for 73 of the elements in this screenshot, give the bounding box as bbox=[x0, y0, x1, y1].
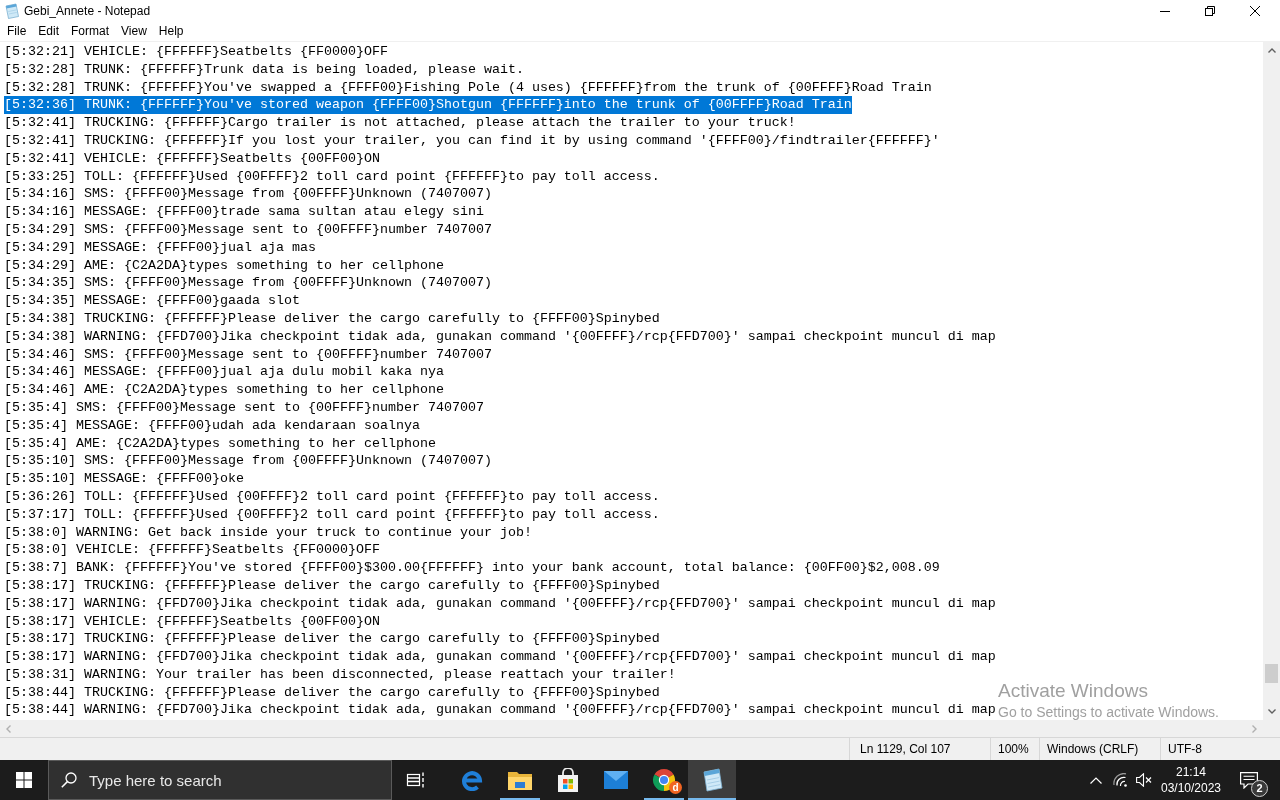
text-line: [5:38:17] VEHICLE: {FFFFFF}Seatbelts {00FF00}ON bbox=[4, 612, 380, 631]
notification-count: 2 bbox=[1251, 780, 1268, 797]
text-line: [5:38:7] BANK: {FFFFFF}You've stored {FFFF00}$300.00{FFFFFF} into your bank account, total balance: {00FF00}$2,008.09 bbox=[4, 559, 940, 577]
activation-notice-text: Go to Settings to activate Windows. bbox=[998, 704, 1219, 720]
text-line: [5:32:41] TRUCKING: {FFFFFF}Cargo trailer is not attached, please attach the trailer to your truck! bbox=[4, 114, 796, 132]
text-line: [5:34:29] AME: {C2A2DA}types something to her cellphone bbox=[4, 256, 444, 275]
scrollbar-thumb[interactable] bbox=[1265, 664, 1278, 683]
notification-button[interactable]: 2 bbox=[1226, 760, 1272, 800]
text-line: [5:32:28] TRUNK: {FFFFFF}You've swapped a {FFFF00}Fishing Pole (4 uses) {FFFFFF}from the trunk of {00FFFF}Road Train bbox=[4, 78, 932, 97]
text-line: [5:32:41] VEHICLE: {FFFFFF}Seatbelts {00FF00}ON bbox=[4, 149, 380, 168]
text-line: [5:38:17] TRUCKING: {FFFFFF}Please deliver the cargo carefully to {FFFF00}Spinybed bbox=[4, 576, 660, 595]
text-line: [5:38:0] VEHICLE: {FFFFFF}Seatbelts {FF0000}OFF bbox=[4, 541, 380, 560]
speech-bubble-icon bbox=[1240, 771, 1258, 789]
restore-icon bbox=[1204, 6, 1215, 16]
text-line: [5:38:0] WARNING: Get back inside your truck to continue your job! bbox=[4, 523, 532, 542]
text-line: [5:35:10] MESSAGE: {FFFF00}oke bbox=[4, 470, 244, 488]
text-line: [5:34:16] SMS: {FFFF00}Message from {00FFFF}Unknown (7407007) bbox=[4, 185, 492, 204]
text-line: [5:34:29] SMS: {FFFF00}Message sent to {00FFFF}number 7407007 bbox=[4, 220, 492, 239]
profile-initial: d bbox=[669, 781, 682, 794]
text-line: [5:38:17] WARNING: {FFD700}Jika checkpoint tidak ada, gunakan command '{00FFFF}/rcp{FFD700}' sampai checkpoint muncul di map bbox=[4, 594, 996, 613]
text-line: [5:34:29] MESSAGE: {FFFF00}jual aja mas bbox=[4, 238, 316, 257]
close-icon bbox=[1249, 6, 1260, 16]
envelope-icon bbox=[604, 771, 628, 789]
volume-muted-icon bbox=[1136, 773, 1152, 787]
text-line: [5:35:10] SMS: {FFFF00}Message from {00FFFF}Unknown (7407007) bbox=[4, 452, 492, 471]
activation-notice-title: Activate Windows bbox=[998, 680, 1149, 702]
text-line: [5:34:38] WARNING: {FFD700}Jika checkpoint tidak ada, gunakan command '{00FFFF}/rcp{FFD700}' sampai checkpoint muncul di map bbox=[4, 327, 996, 346]
text-line: [5:32:21] VEHICLE: {FFFFFF}Seatbelts {FF0000}OFF bbox=[4, 43, 388, 61]
round-browser-logo-icon bbox=[652, 768, 676, 792]
text-line: [5:34:38] TRUCKING: {FFFFFF}Please deliver the cargo carefully to {FFFF00}Spinybed bbox=[4, 309, 660, 328]
folder-icon bbox=[508, 770, 532, 790]
text-line: [5:38:17] TRUCKING: {FFFFFF}Please deliver the cargo carefully to {FFFF00}Spinybed bbox=[4, 630, 660, 649]
text-line: [5:34:35] MESSAGE: {FFFF00}gaada slot bbox=[4, 292, 300, 310]
text-line: [5:38:44] WARNING: {FFD700}Jika checkpoint tidak ada, gunakan command '{00FFFF}/rcp{FFD700}' sampai checkpoint muncul di map bbox=[4, 701, 996, 720]
text-line: [5:34:46] MESSAGE: {FFFF00}jual aja dulu mobil kaka nya bbox=[4, 363, 444, 382]
text-line: [5:33:25] TOLL: {FFFFFF}Used {00FFFF}2 toll card point {FFFFFF}to pay toll access. bbox=[4, 167, 660, 186]
shopping-bag-icon bbox=[557, 768, 579, 792]
caret-down-icon bbox=[1267, 709, 1276, 714]
search-field[interactable]: Type here to search bbox=[48, 760, 392, 800]
notebook-icon bbox=[4, 3, 20, 19]
minimize-icon bbox=[1159, 10, 1170, 12]
caret-left-icon bbox=[6, 724, 11, 733]
text-line: [5:38:17] WARNING: {FFD700}Jika checkpoint tidak ada, gunakan command '{00FFFF}/rcp{FFD700}' sampai checkpoint muncul di map bbox=[4, 648, 996, 666]
text-line: [5:35:4] SMS: {FFFF00}Message sent to {00FFFF}number 7407007 bbox=[4, 398, 484, 417]
menu-item[interactable]: Help bbox=[152, 22, 190, 41]
caret-up-icon bbox=[1267, 48, 1276, 53]
taskbar-app-button[interactable] bbox=[688, 760, 736, 800]
chevron-up-icon bbox=[1090, 776, 1102, 784]
text-line: [5:32:41] TRUCKING: {FFFFFF}If you lost your trailer, you can find it by using command '{FFFF00}/findtrailer{FFFFFF}' bbox=[4, 132, 940, 150]
text-line: [5:35:4] AME: {C2A2DA}types something to her cellphone bbox=[4, 434, 436, 453]
caret-right-icon bbox=[1252, 724, 1257, 733]
window-title: Gebi_Annete - Notepad bbox=[24, 3, 151, 19]
menu-item[interactable]: View bbox=[115, 22, 153, 41]
notebook-icon bbox=[700, 768, 724, 792]
menu-item[interactable]: Edit bbox=[32, 22, 66, 41]
text-line: [5:35:4] MESSAGE: {FFFF00}udah ada kendaraan soalnya bbox=[4, 416, 420, 435]
wifi-icon bbox=[1112, 773, 1128, 787]
letter-e-logo-icon bbox=[461, 769, 483, 791]
text-line: [5:32:28] TRUNK: {FFFFFF}Trunk data is being loaded, please wait. bbox=[4, 60, 524, 79]
text-line: [5:37:17] TOLL: {FFFFFF}Used {00FFFF}2 toll card point {FFFFFF}to pay toll access. bbox=[4, 505, 660, 524]
windows-logo-icon bbox=[16, 772, 32, 788]
text-line: [5:34:46] AME: {C2A2DA}types something to her cellphone bbox=[4, 381, 444, 399]
text-line: [5:34:35] SMS: {FFFF00}Message from {00FFFF}Unknown (7407007) bbox=[4, 274, 492, 293]
menu-item[interactable]: File bbox=[1, 22, 33, 41]
text-line: [5:38:31] WARNING: Your trailer has been disconnected, please reattach your trailer! bbox=[4, 665, 676, 684]
text-line: [5:38:44] TRUCKING: {FFFFFF}Please deliver the cargo carefully to {FFFF00}Spinybed bbox=[4, 683, 660, 702]
menu-item[interactable]: Format bbox=[65, 22, 116, 41]
text-line: [5:34:16] MESSAGE: {FFFF00}trade sama sultan atau elegy sini bbox=[4, 203, 484, 221]
task-view-icon bbox=[406, 772, 426, 788]
text-line: [5:34:46] SMS: {FFFF00}Message sent to {00FFFF}number 7407007 bbox=[4, 345, 492, 364]
text-line: [5:36:26] TOLL: {FFFFFF}Used {00FFFF}2 toll card point {FFFFFF}to pay toll access. bbox=[4, 487, 660, 506]
clock-button[interactable]: 21:14 03/10/2023 bbox=[1156, 760, 1226, 800]
search-icon bbox=[61, 772, 77, 788]
